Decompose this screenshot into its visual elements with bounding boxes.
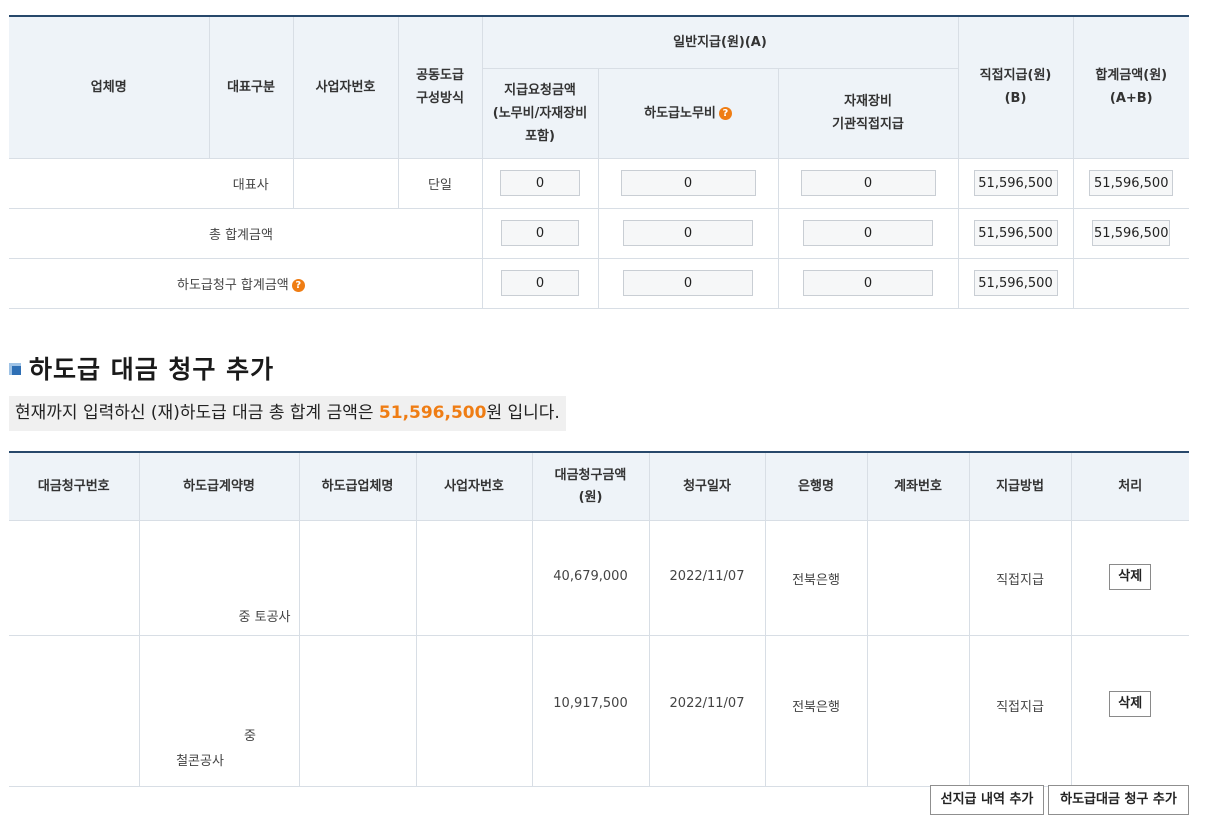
header-claim-amount-line1: 대금청구금액 [554, 467, 627, 483]
total-request-value: 0 [501, 220, 579, 246]
section-bullet-icon [9, 363, 21, 375]
header-general-payment: 일반지급(원)(A) [482, 16, 959, 69]
section-title: 하도급 대금 청구 추가 [9, 350, 274, 386]
claim-date-cell: 2022/11/07 [649, 635, 766, 787]
header-sub-company: 하도급업체명 [299, 452, 417, 521]
direct-payment-value: 51,596,500 [973, 170, 1058, 196]
total-label: 총 합계금액 [9, 208, 483, 259]
header-claim-amount-line2: (원) [578, 489, 603, 505]
request-amount-input[interactable]: 0 [500, 170, 580, 196]
biz-no-cell [293, 158, 399, 209]
header-bank: 은행명 [765, 452, 868, 521]
summary-row-representative: 대표사 단일 0 0 0 51,596,500 51,596,500 [9, 158, 1189, 209]
header-joint-method: 공동도급 구성방식 [398, 16, 483, 159]
account-cell [867, 520, 970, 636]
header-request-line3: 포함) [525, 128, 555, 144]
claim-sub-labor-value: 0 [623, 270, 753, 296]
table-row: 중 철콘공사 10,917,500 2022/11/07 전북은행 직접지급 삭… [9, 635, 1189, 787]
method-cell: 직접지급 [969, 520, 1072, 636]
contract-name-cell: 중 철콘공사 [139, 635, 300, 787]
header-claim-no: 대금청구번호 [9, 452, 140, 521]
header-joint-line1: 공동도급 [416, 68, 464, 84]
claim-request-value: 0 [501, 270, 579, 296]
header-direct-payment: 직접지급(원) (B) [958, 16, 1074, 159]
claim-total-label: 하도급청구 합계금액 [177, 277, 289, 293]
header-rep-type: 대표구분 [209, 16, 294, 159]
header-equip-direct: 자재장비 기관직접지급 [778, 68, 959, 159]
account-cell [867, 635, 970, 787]
header-total-line2: (A+B) [1109, 91, 1153, 107]
total-direct-value: 51,596,500 [973, 220, 1058, 246]
header-total-amount: 합계금액(원) (A+B) [1073, 16, 1189, 159]
sub-company-cell [299, 520, 417, 636]
header-request-line1: 지급요청금액 [504, 82, 576, 98]
bank-cell: 전북은행 [765, 635, 868, 787]
sub-labor-input[interactable]: 0 [620, 170, 756, 196]
header-biz-no: 사업자번호 [293, 16, 399, 159]
header-contract: 하도급계약명 [139, 452, 300, 521]
contract-name-cell: 중 토공사 [139, 520, 300, 636]
delete-button[interactable]: 삭제 [1109, 691, 1152, 717]
table-row: 중 토공사 40,679,000 2022/11/07 전북은행 직접지급 삭제 [9, 520, 1189, 636]
biz-no-cell [416, 520, 533, 636]
claim-no-cell [9, 635, 140, 787]
claim-total-label-cell: 하도급청구 합계금액? [9, 258, 483, 309]
summary-row-claim-total: 하도급청구 합계금액? 0 0 0 51,596,500 [9, 258, 1189, 309]
total-sub-labor-value: 0 [623, 220, 753, 246]
grand-total-value: 51,596,500 [1092, 220, 1171, 246]
summary-row-total: 총 합계금액 0 0 0 51,596,500 51,596,500 [9, 208, 1189, 259]
header-equip-line2: 기관직접지급 [832, 117, 904, 132]
bank-cell: 전북은행 [765, 520, 868, 636]
add-prepayment-button[interactable]: 선지급 내역 추가 [930, 785, 1044, 815]
header-action: 처리 [1071, 452, 1189, 521]
method-cell: 직접지급 [969, 635, 1072, 787]
header-direct-line1: 직접지급(원) [979, 68, 1052, 84]
claim-no-cell [9, 520, 140, 636]
claim-date-cell: 2022/11/07 [649, 520, 766, 636]
header-total-line1: 합계금액(원) [1095, 68, 1168, 84]
header-request-line2: (노무비/자재장비 [492, 105, 588, 121]
header-claim-amount: 대금청구금액 (원) [532, 452, 650, 521]
delete-button[interactable]: 삭제 [1109, 564, 1152, 590]
header-joint-line2: 구성방식 [416, 91, 464, 107]
header-equip-line1: 자재장비 [844, 94, 892, 109]
biz-no-cell [416, 635, 533, 787]
joint-cell: 단일 [398, 158, 483, 209]
help-icon[interactable]: ? [718, 106, 732, 120]
header-company: 업체명 [9, 16, 210, 159]
total-amount-value: 51,596,500 [1089, 170, 1174, 196]
sub-company-cell [299, 635, 417, 787]
add-subcontract-claim-button[interactable]: 하도급대금 청구 추가 [1048, 785, 1189, 815]
contract-name-line2: 철콘공사 [176, 754, 224, 769]
header-sub-labor: 하도급노무비? [598, 68, 779, 159]
header-method: 지급방법 [969, 452, 1072, 521]
claim-direct-value: 51,596,500 [973, 270, 1058, 296]
banner-amount: 51,596,500 [378, 403, 487, 423]
total-banner: 현재까지 입력하신 (재)하도급 대금 총 합계 금액은 51,596,500원… [9, 396, 566, 431]
section-title-text: 하도급 대금 청구 추가 [29, 355, 275, 384]
header-sub-labor-label: 하도급노무비 [644, 105, 716, 121]
claim-total-empty [1073, 258, 1189, 309]
claim-amount-cell: 10,917,500 [532, 635, 650, 787]
help-icon[interactable]: ? [291, 278, 305, 292]
claims-table: 대금청구번호 하도급계약명 하도급업체명 사업자번호 대금청구금액 (원) 청구… [9, 451, 1189, 787]
banner-suffix: 원 입니다. [486, 403, 560, 423]
rep-type-cell: 대표사 [209, 158, 294, 209]
header-claim-date: 청구일자 [649, 452, 766, 521]
claim-equip-value: 0 [803, 270, 933, 296]
header-account: 계좌번호 [867, 452, 970, 521]
contract-name-line1: 중 [244, 729, 256, 744]
header-direct-line2: (B) [1004, 91, 1027, 107]
summary-table: 업체명 대표구분 사업자번호 공동도급 구성방식 일반지급(원)(A) 직접지급… [9, 15, 1189, 309]
header-claim-biz-no: 사업자번호 [416, 452, 533, 521]
equip-direct-input[interactable]: 0 [800, 170, 936, 196]
total-equip-value: 0 [803, 220, 933, 246]
claim-amount-cell: 40,679,000 [532, 520, 650, 636]
header-request-amount: 지급요청금액 (노무비/자재장비 포함) [482, 68, 599, 159]
company-cell [9, 158, 209, 209]
banner-prefix: 현재까지 입력하신 (재)하도급 대금 총 합계 금액은 [15, 403, 379, 423]
